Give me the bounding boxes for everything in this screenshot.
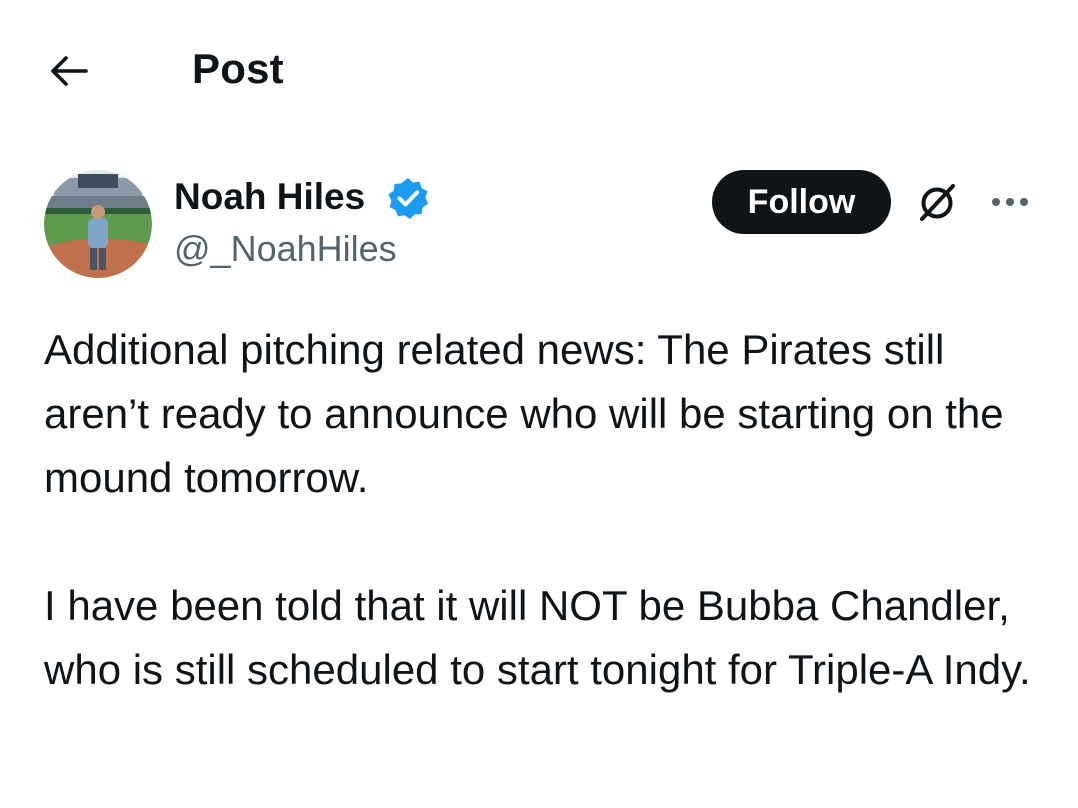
post-author: Noah Hiles @_NoahHiles Follow <box>0 160 1078 290</box>
more-horizontal-icon <box>992 198 1028 206</box>
post-paragraph: Additional pitching related news: The Pi… <box>44 326 1004 501</box>
author-handle[interactable]: @_NoahHiles <box>174 226 397 272</box>
arrow-left-icon <box>51 56 88 86</box>
grok-button[interactable] <box>912 178 962 228</box>
author-name[interactable]: Noah Hiles <box>174 174 365 220</box>
verified-badge-icon <box>386 176 430 220</box>
avatar-image <box>44 170 152 278</box>
back-button[interactable] <box>46 48 92 94</box>
post-text: Additional pitching related news: The Pi… <box>44 318 1044 702</box>
avatar[interactable] <box>44 170 152 278</box>
follow-button[interactable]: Follow <box>712 170 891 234</box>
page-title: Post <box>192 45 284 92</box>
more-options-button[interactable] <box>986 182 1034 222</box>
top-bar: Post <box>0 0 1078 140</box>
post-paragraph: I have been told that it will NOT be Bub… <box>44 582 1031 693</box>
grok-icon <box>920 184 955 221</box>
